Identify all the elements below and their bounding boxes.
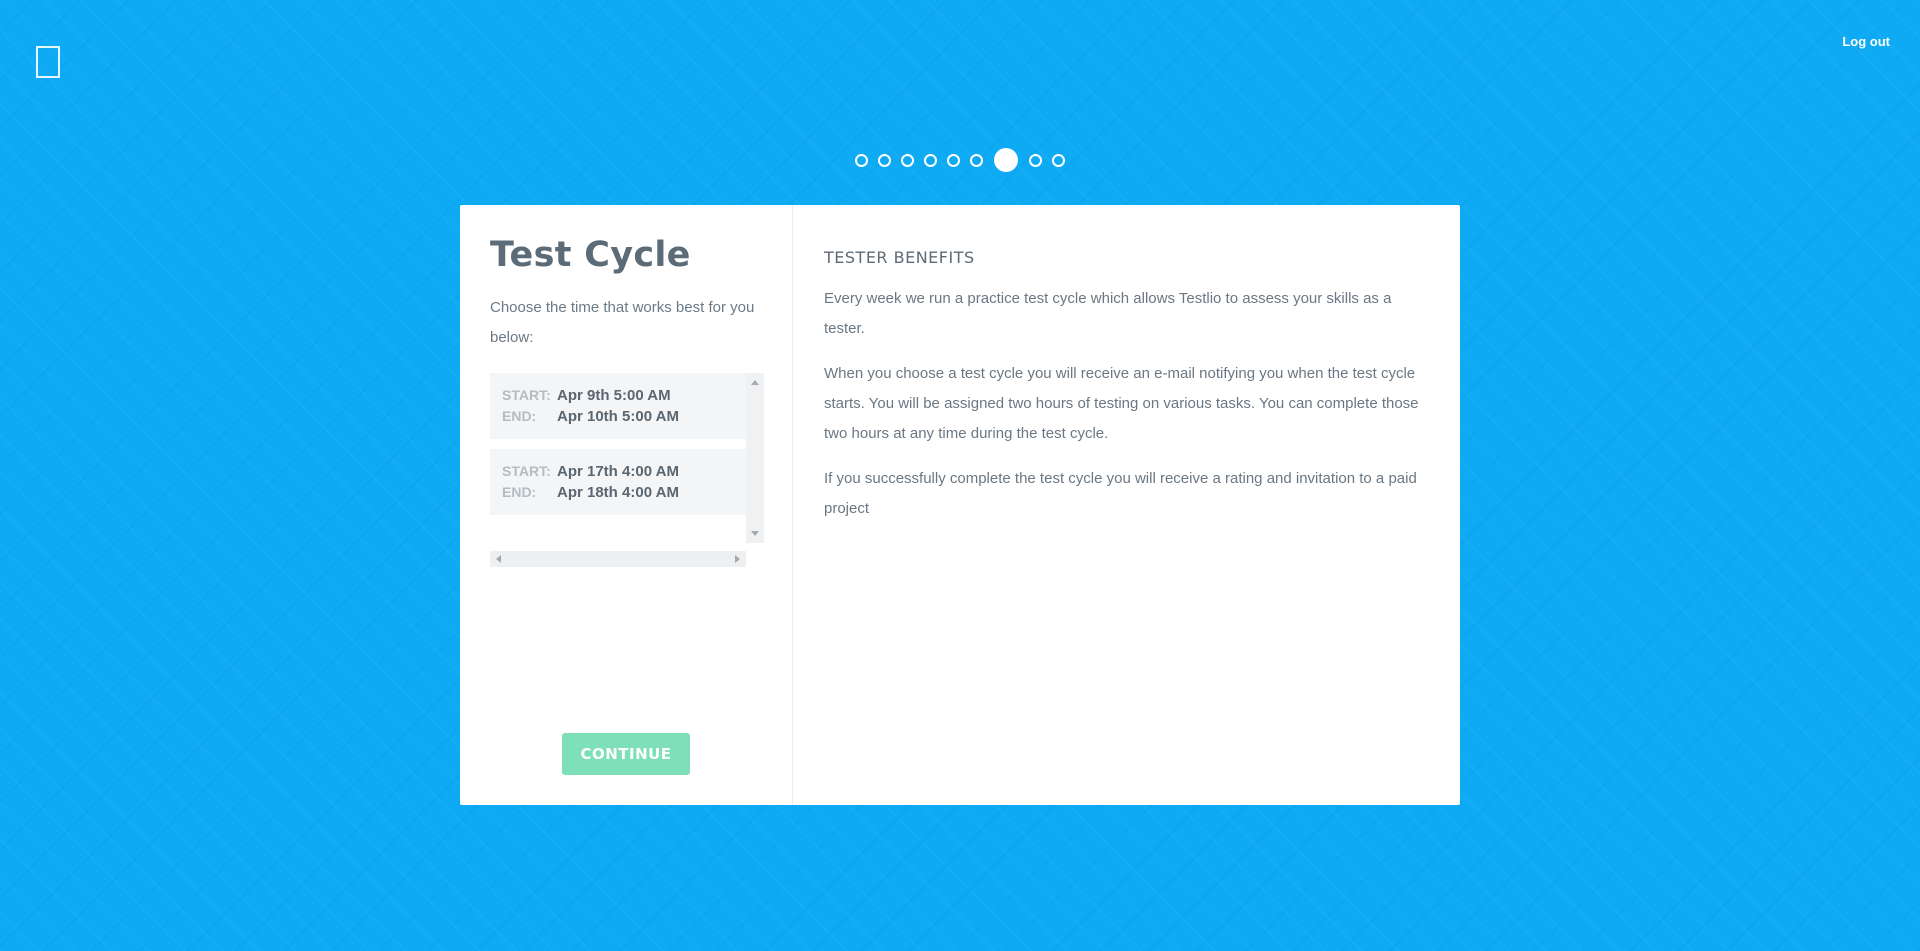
start-time: Apr 17th 4:00 AM (557, 463, 679, 480)
horizontal-scrollbar[interactable] (490, 551, 746, 567)
continue-button[interactable]: CONTINUE (562, 733, 690, 775)
end-time: Apr 18th 4:00 AM (557, 484, 679, 501)
end-time: Apr 10th 5:00 AM (557, 408, 679, 425)
progress-steps (0, 148, 1920, 172)
slot-option[interactable]: START: Apr 9th 5:00 AM END: Apr 10th 5:0… (490, 373, 746, 439)
benefits-paragraph: Every week we run a practice test cycle … (824, 290, 1392, 337)
scroll-right-icon[interactable] (735, 555, 740, 563)
benefits-paragraph: If you successfully complete the test cy… (824, 470, 1417, 517)
scroll-up-icon[interactable] (751, 380, 759, 385)
page-title: Test Cycle (490, 235, 691, 275)
step-dot (947, 153, 960, 167)
logout-link[interactable]: Log out (1842, 34, 1890, 49)
step-dot (970, 153, 983, 167)
step-dot (1052, 153, 1065, 167)
step-dot (924, 153, 937, 167)
start-label: START: (502, 387, 551, 403)
step-dot (878, 153, 891, 167)
slot-option[interactable]: START: Apr 17th 4:00 AM END: Apr 18th 4:… (490, 449, 746, 515)
slot-list: START: Apr 9th 5:00 AM END: Apr 10th 5:0… (490, 373, 746, 543)
end-label: END: (502, 484, 537, 500)
benefits-panel: TESTER BENEFITS Every week we run a prac… (793, 205, 1460, 805)
start-time: Apr 9th 5:00 AM (557, 387, 671, 404)
step-dot (1029, 153, 1042, 167)
instruction-text: Choose the time that works best for you … (490, 299, 755, 346)
step-dot (901, 153, 914, 167)
benefits-heading: TESTER BENEFITS (824, 248, 975, 267)
start-label: START: (502, 463, 551, 479)
benefits-paragraph: When you choose a test cycle you will re… (824, 365, 1419, 442)
end-label: END: (502, 408, 537, 424)
step-dot-current (994, 148, 1018, 172)
step-dot (855, 153, 868, 167)
signup-card: Test Cycle Choose the time that works be… (460, 205, 1460, 805)
logo-icon[interactable] (36, 46, 60, 78)
vertical-scrollbar[interactable] (746, 373, 764, 543)
scroll-left-icon[interactable] (496, 555, 501, 563)
slot-list-container: START: Apr 9th 5:00 AM END: Apr 10th 5:0… (490, 373, 764, 569)
scroll-down-icon[interactable] (751, 531, 759, 536)
test-cycle-panel: Test Cycle Choose the time that works be… (460, 205, 793, 805)
